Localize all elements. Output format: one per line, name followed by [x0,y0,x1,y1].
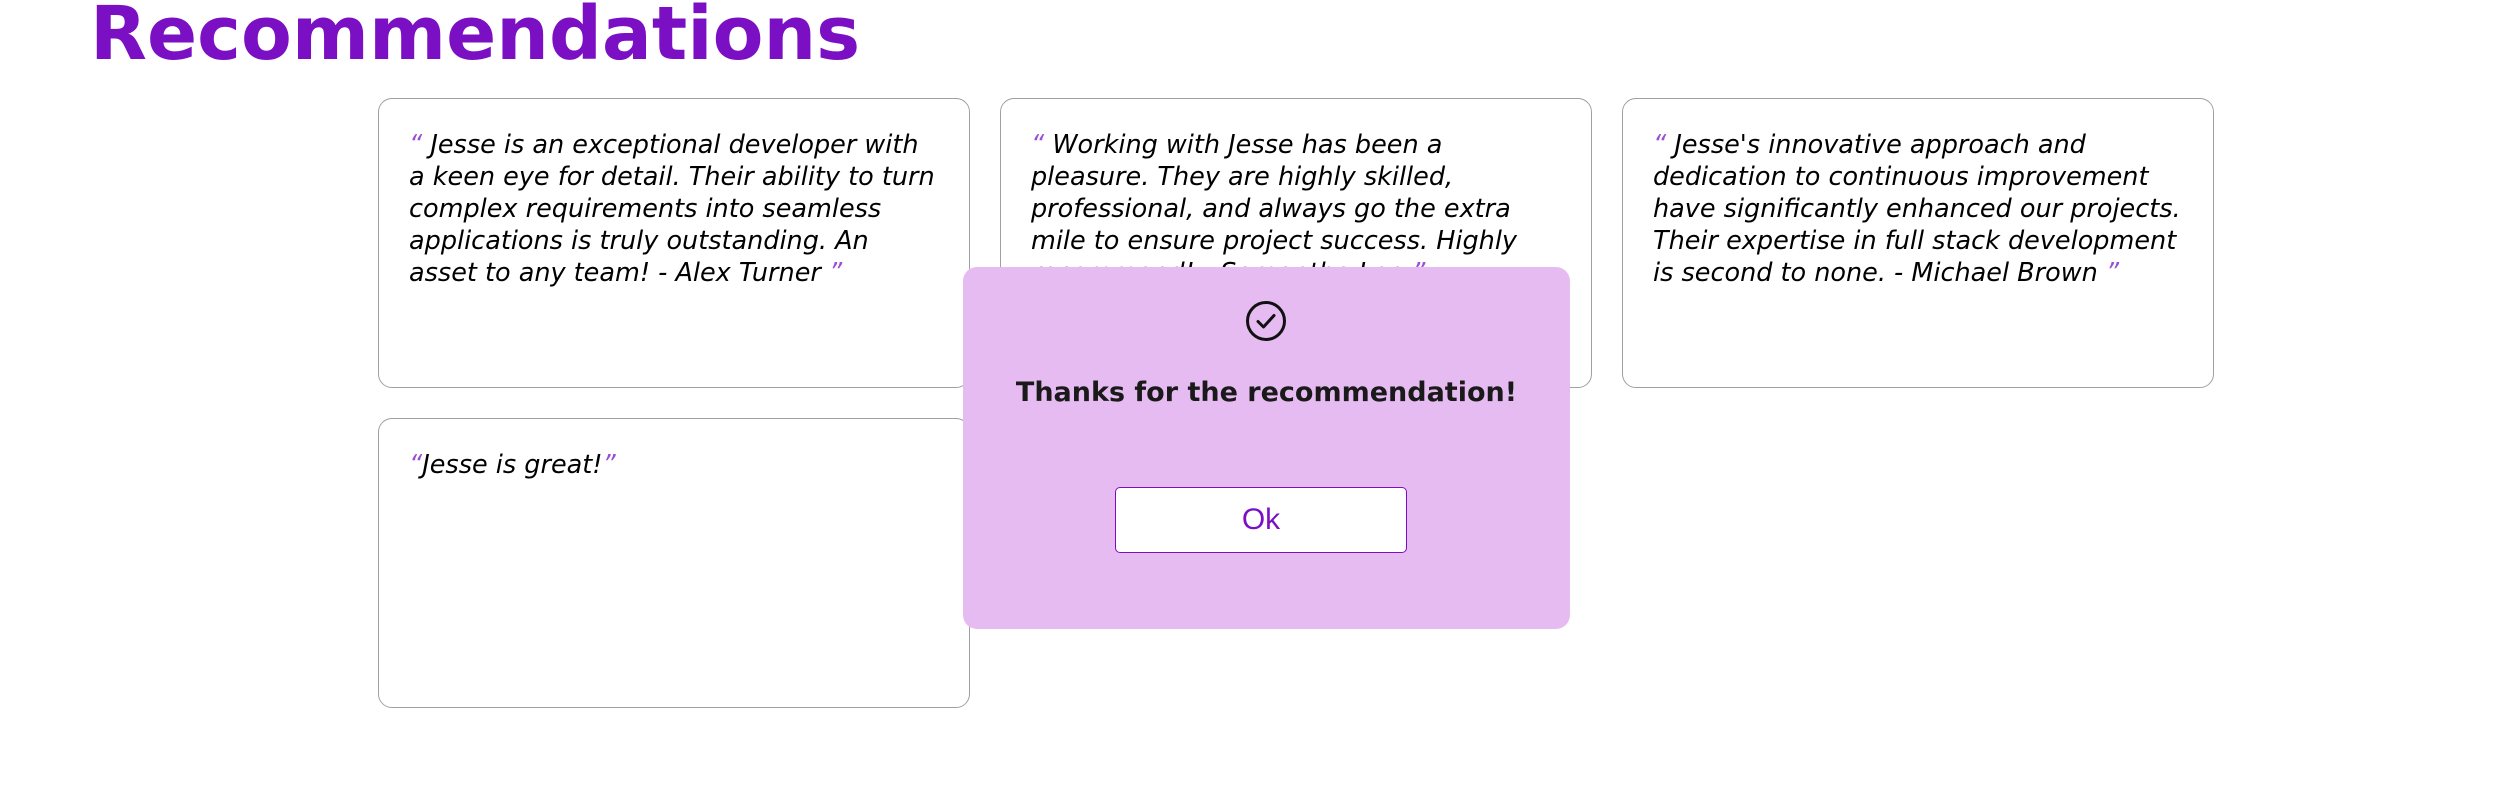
modal-message: Thanks for the recommendation! [1015,377,1518,408]
close-quote-mark: ” [602,450,616,480]
recommendation-body: Working with Jesse has been a pleasure. … [1031,130,1517,288]
recommendation-body: Jesse is great! [422,450,603,480]
page-title: Recommendations [90,0,861,77]
close-quote-mark: ” [828,258,843,288]
open-quote-mark: “ [1031,130,1045,160]
open-quote-mark: “ [409,130,423,160]
recommendation-text: “ Working with Jesse has been a pleasure… [1031,129,1561,289]
recommendation-card: “ Jesse is an exceptional developer with… [378,98,970,388]
confirmation-modal: Thanks for the recommendation! Ok [963,267,1570,629]
recommendation-body: Jesse's innovative approach and dedicati… [1653,130,2181,288]
check-circle-icon [1245,300,1287,342]
open-quote-mark: “ [409,450,423,480]
recommendation-text: “Jesse is great!” [409,449,939,481]
recommendation-text: “ Jesse is an exceptional developer with… [409,129,939,289]
recommendation-text: “ Jesse's innovative approach and dedica… [1653,129,2183,289]
recommendation-card: “ Jesse's innovative approach and dedica… [1622,98,2214,388]
open-quote-mark: “ [1653,130,1667,160]
close-quote-mark: ” [2105,258,2120,288]
ok-button[interactable]: Ok [1115,487,1407,553]
recommendation-body: Jesse is an exceptional developer with a… [409,130,935,288]
recommendation-card: “Jesse is great!” [378,418,970,708]
